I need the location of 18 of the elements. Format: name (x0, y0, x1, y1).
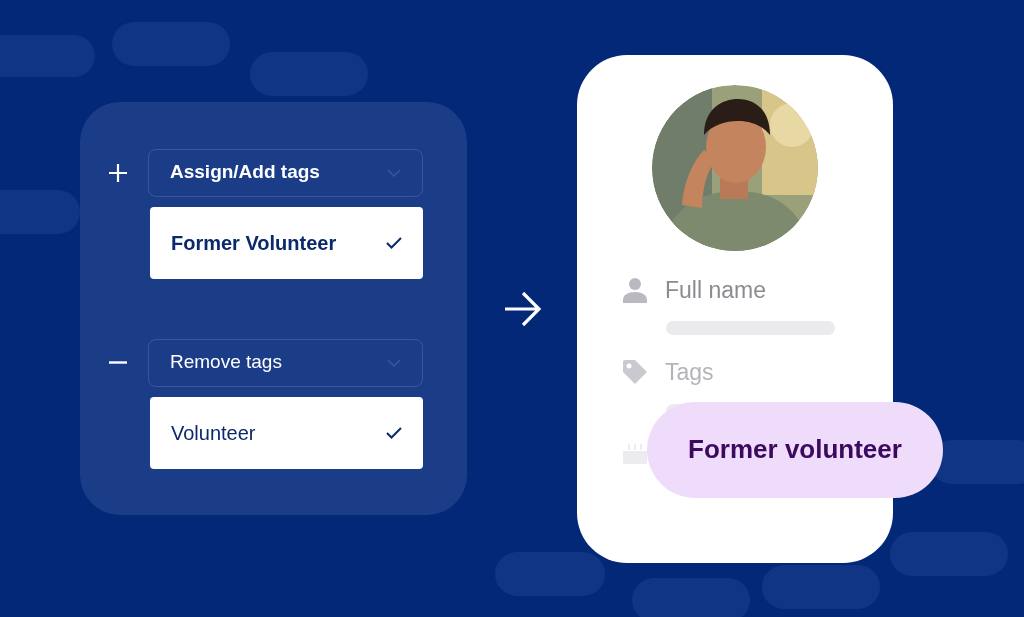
field-label: Full name (665, 275, 766, 305)
person-icon (622, 276, 648, 303)
dropdown-label: Remove tags (170, 350, 282, 375)
tag-option[interactable]: Former Volunteer (150, 206, 423, 279)
tag-dropdown[interactable]: Assign/Add tags (148, 148, 423, 197)
arrow-right-icon (503, 290, 543, 327)
dropdown-label: Assign/Add tags (170, 160, 320, 185)
badge-label: Former volunteer (688, 433, 902, 466)
field-label: Tags (665, 358, 714, 387)
minus-icon (108, 361, 128, 364)
plus-icon (108, 162, 128, 183)
option-label: Volunteer (171, 420, 256, 446)
option-label: Former Volunteer (171, 230, 337, 256)
tag-option[interactable]: Volunteer (150, 396, 423, 469)
chevron-down-icon (387, 168, 401, 177)
tag-dropdown[interactable]: Remove tags (148, 338, 423, 387)
tag-icon (621, 358, 649, 387)
chevron-down-icon (387, 358, 401, 367)
